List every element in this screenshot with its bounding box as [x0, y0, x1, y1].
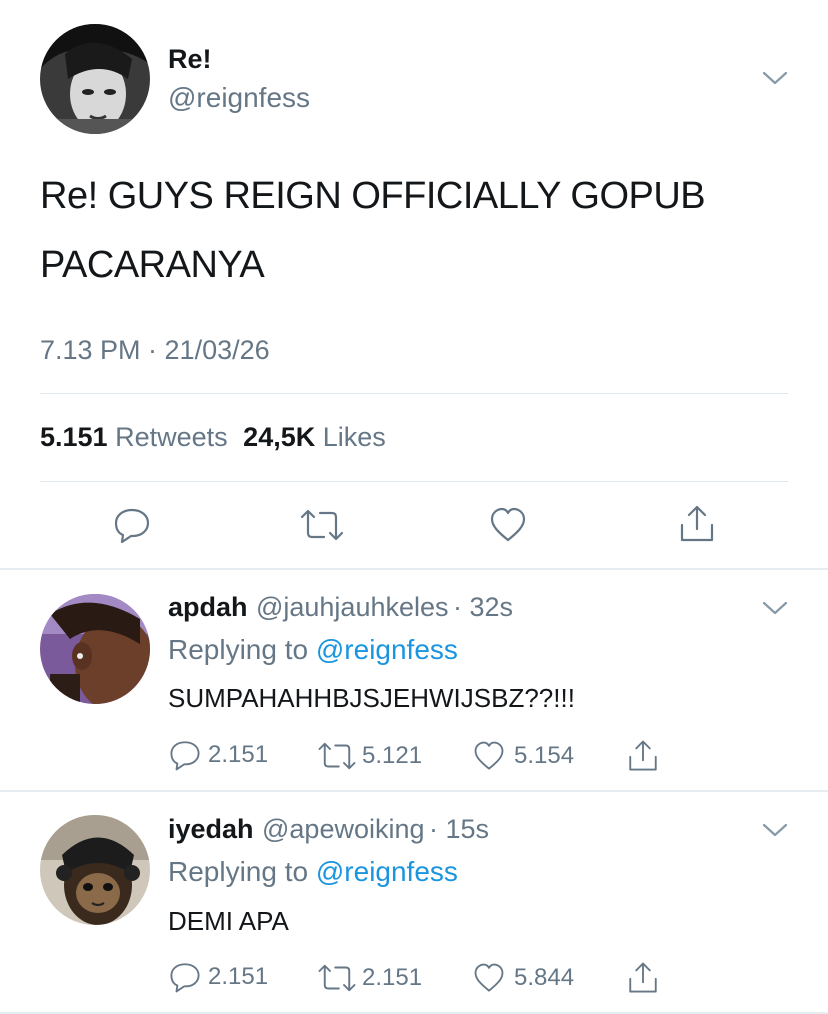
like-icon[interactable] — [472, 962, 506, 994]
main-avatar[interactable] — [40, 24, 150, 134]
like-icon[interactable] — [472, 740, 506, 772]
tweet-timestamp[interactable]: 7.13 PM · 21/03/26 — [40, 335, 270, 366]
like-action[interactable]: 5.844 — [472, 962, 574, 994]
reply-icon[interactable] — [168, 960, 202, 994]
like-count: 5.154 — [514, 742, 575, 769]
share-icon[interactable] — [626, 960, 660, 996]
tweet-stats: 5.151 Retweets 24,5K Likes — [40, 422, 386, 453]
main-handle[interactable]: @reignfess — [168, 82, 310, 114]
reply-action[interactable]: 2.151 — [168, 960, 268, 994]
reply-avatar[interactable] — [40, 594, 150, 704]
chevron-down-icon[interactable] — [762, 822, 788, 838]
section-divider — [0, 568, 828, 570]
retweet-action[interactable]: 5.121 — [316, 740, 422, 772]
replying-to: Replying to @reignfess — [168, 634, 458, 666]
tweet-text-line-2: PACARANYA — [40, 244, 265, 286]
reply-count: 2.151 — [208, 741, 269, 768]
like-icon[interactable] — [488, 506, 528, 544]
tweet-text-line-1: Re! GUYS REIGN OFFICIALLY GOPUB — [40, 175, 706, 217]
reply-text: SUMPAHAHHBJSJEHWIJSBZ??!!! — [168, 683, 575, 713]
chevron-down-icon[interactable] — [762, 70, 788, 86]
retweet-icon[interactable] — [316, 962, 358, 994]
reply-handle[interactable]: @jauhjauhkeles — [256, 592, 449, 622]
like-action[interactable]: 5.154 — [472, 740, 574, 772]
like-count: 5.844 — [514, 964, 575, 991]
share-icon[interactable] — [677, 503, 717, 545]
divider — [40, 481, 788, 482]
likes-label[interactable]: Likes — [323, 422, 386, 452]
share-icon[interactable] — [626, 738, 660, 774]
retweets-label[interactable]: Retweets — [115, 422, 228, 452]
chevron-down-icon[interactable] — [762, 600, 788, 616]
replying-to-handle[interactable]: @reignfess — [316, 634, 458, 665]
reply-count: 2.151 — [208, 963, 269, 990]
replying-to-handle[interactable]: @reignfess — [316, 856, 458, 887]
replying-to: Replying to @reignfess — [168, 856, 458, 888]
replying-to-label: Replying to — [168, 856, 309, 887]
reply-display-name[interactable]: iyedah — [168, 814, 254, 844]
section-divider — [0, 790, 828, 792]
reply-icon[interactable] — [112, 505, 152, 545]
retweet-action[interactable]: 2.151 — [316, 962, 422, 994]
reply-text: DEMI APA — [168, 906, 289, 936]
reply-action[interactable]: 2.151 — [168, 738, 268, 772]
reply-avatar[interactable] — [40, 815, 150, 925]
retweets-count[interactable]: 5.151 — [40, 422, 108, 452]
reply-time[interactable]: · 15s — [429, 814, 489, 844]
retweet-icon[interactable] — [316, 740, 358, 772]
retweet-count: 5.121 — [362, 742, 423, 769]
main-display-name[interactable]: Re! — [168, 44, 212, 75]
reply-display-name[interactable]: apdah — [168, 592, 248, 622]
reply-header: apdah @jauhjauhkeles · 32s — [168, 592, 513, 623]
replying-to-label: Replying to — [168, 634, 309, 665]
retweet-count: 2.151 — [362, 964, 423, 991]
likes-count[interactable]: 24,5K — [243, 422, 315, 452]
reply-time[interactable]: · 32s — [453, 592, 513, 622]
reply-icon[interactable] — [168, 738, 202, 772]
divider — [40, 393, 788, 394]
retweet-icon[interactable] — [298, 507, 346, 543]
reply-header: iyedah @apewoiking · 15s — [168, 814, 489, 845]
reply-handle[interactable]: @apewoiking — [262, 814, 425, 844]
